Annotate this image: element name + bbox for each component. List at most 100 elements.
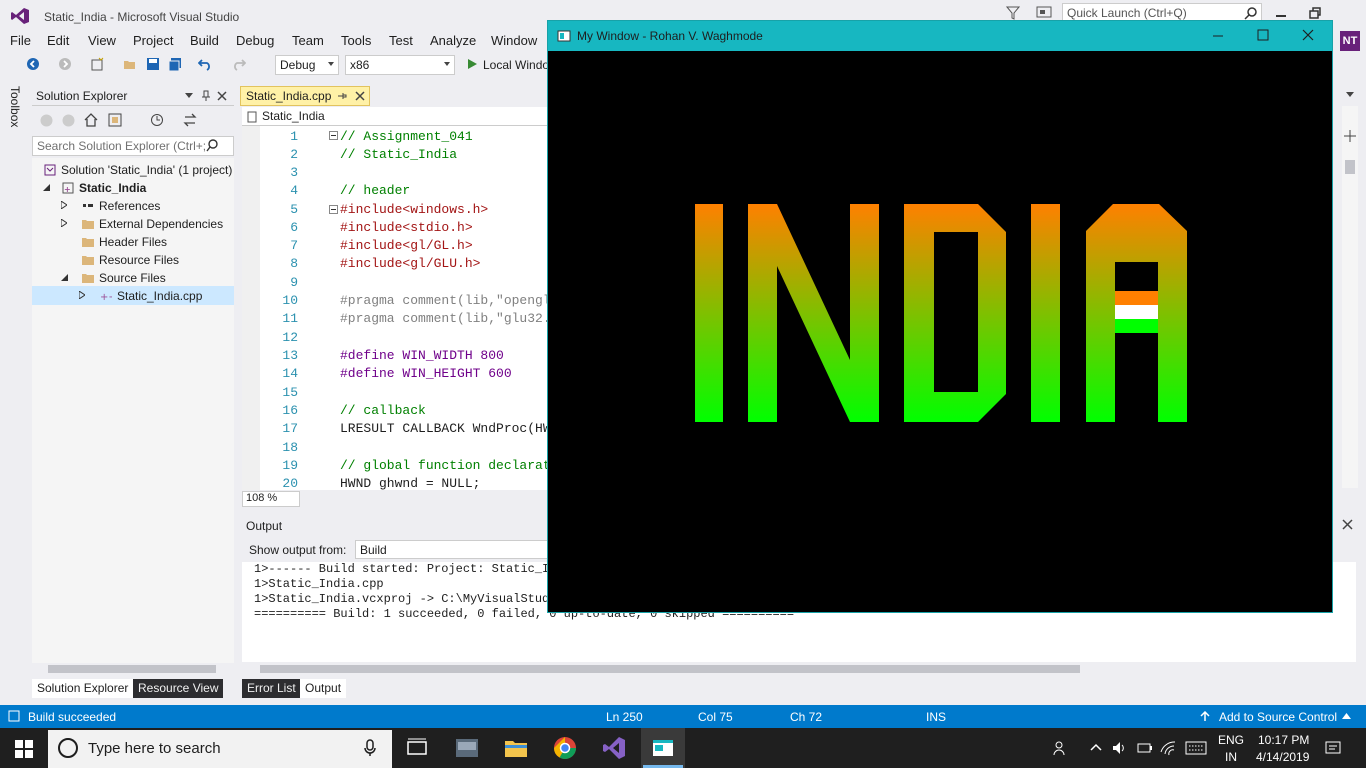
save-icon[interactable] <box>146 57 160 71</box>
output-hscroll[interactable] <box>246 664 1340 674</box>
chrome-icon[interactable] <box>553 736 577 760</box>
tree-item-references[interactable]: References <box>82 197 160 215</box>
collapse-icon[interactable] <box>329 131 338 140</box>
tab-output[interactable]: Output <box>300 679 347 698</box>
history-icon[interactable] <box>150 113 164 127</box>
menu-project[interactable]: Project <box>133 33 173 48</box>
close-icon[interactable] <box>1342 519 1353 530</box>
menu-debug[interactable]: Debug <box>236 33 274 48</box>
language-region[interactable]: IN <box>1225 750 1237 764</box>
chevron-up-icon[interactable] <box>1090 743 1102 751</box>
maximize-icon[interactable] <box>1255 27 1271 43</box>
solution-config-select[interactable]: Debug <box>275 55 339 75</box>
tab-overflow-dropdown[interactable] <box>1345 88 1355 98</box>
add-to-source-control-button[interactable]: Add to Source Control <box>1219 710 1337 724</box>
menu-view[interactable]: View <box>88 33 116 48</box>
tree-item-source-files[interactable]: Source Files <box>82 269 166 287</box>
my-window-app-icon[interactable] <box>651 736 675 760</box>
menu-tools[interactable]: Tools <box>341 33 371 48</box>
search-icon[interactable] <box>1244 6 1258 20</box>
platform-select[interactable]: x86 <box>345 55 455 75</box>
visual-studio-taskbar-icon[interactable] <box>602 736 626 760</box>
menu-analyze[interactable]: Analyze <box>430 33 476 48</box>
collapse-icon[interactable] <box>329 205 338 214</box>
pin-icon[interactable] <box>201 90 211 102</box>
notifications-icon[interactable] <box>1325 740 1341 756</box>
back-icon[interactable] <box>40 114 53 127</box>
menu-build[interactable]: Build <box>190 33 219 48</box>
forward-icon[interactable] <box>62 114 75 127</box>
undo-icon[interactable] <box>198 57 212 71</box>
zoom-select[interactable]: 108 % <box>242 491 300 507</box>
chevron-up-icon[interactable] <box>1342 713 1351 719</box>
feedback-icon[interactable] <box>1036 6 1052 20</box>
clock-time[interactable]: 10:17 PM <box>1258 733 1309 747</box>
save-all-icon[interactable] <box>168 57 182 71</box>
tab-resource-view[interactable]: Resource View <box>133 679 224 698</box>
collapsed-triangle-icon[interactable] <box>61 201 67 209</box>
keyboard-icon[interactable] <box>1185 741 1207 755</box>
collapsed-triangle-icon[interactable] <box>79 291 85 299</box>
home-icon[interactable] <box>84 113 98 127</box>
collapsed-triangle-icon[interactable] <box>61 219 67 227</box>
close-icon[interactable] <box>1300 27 1316 43</box>
navigation-bar[interactable]: Static_India <box>242 107 548 126</box>
tree-item-project[interactable]: + Static_India <box>62 179 146 197</box>
chevron-down-icon <box>1346 92 1354 97</box>
microphone-icon[interactable] <box>364 739 376 757</box>
wifi-icon[interactable] <box>1160 740 1176 756</box>
solution-explorer-hscroll[interactable] <box>36 664 230 674</box>
restore-icon[interactable] <box>1308 6 1322 20</box>
windows-start-icon[interactable] <box>15 740 33 758</box>
tree-item-solution[interactable]: Solution 'Static_India' (1 project) <box>44 161 232 179</box>
tab-solution-explorer[interactable]: Solution Explorer <box>32 679 134 698</box>
minimize-icon[interactable] <box>1210 27 1226 43</box>
close-icon[interactable] <box>217 91 227 101</box>
file-explorer-icon[interactable] <box>504 736 528 760</box>
chevron-down-icon[interactable] <box>185 93 193 99</box>
solution-explorer-search[interactable]: Search Solution Explorer (Ctrl+; <box>32 136 234 156</box>
forward-icon[interactable] <box>58 57 72 71</box>
pin-icon[interactable] <box>337 91 347 101</box>
scroll-thumb[interactable] <box>48 665 216 673</box>
search-icon[interactable] <box>206 139 219 152</box>
people-icon[interactable] <box>1053 740 1069 756</box>
volume-icon[interactable] <box>1112 740 1128 756</box>
close-icon[interactable] <box>355 91 365 101</box>
filter-icon[interactable] <box>1006 6 1020 20</box>
switch-views-icon[interactable] <box>108 113 122 127</box>
line-number: 17 <box>282 421 298 436</box>
tree-item-header-files[interactable]: Header Files <box>82 233 167 251</box>
glview-app-icon[interactable] <box>455 736 479 760</box>
language-code[interactable]: ENG <box>1218 733 1244 747</box>
tree-item-static-india-cpp[interactable]: ++ Static_India.cpp <box>100 287 202 305</box>
tree-item-label: Static_India.cpp <box>117 289 203 303</box>
tree-item-resource-files[interactable]: Resource Files <box>82 251 179 269</box>
task-view-icon[interactable] <box>405 736 429 760</box>
tab-error-list[interactable]: Error List <box>242 679 301 698</box>
split-editor-icon[interactable] <box>1343 129 1357 143</box>
output-source-select[interactable]: Build <box>355 540 548 559</box>
menu-file[interactable]: File <box>10 33 31 48</box>
scroll-thumb[interactable] <box>260 665 1080 673</box>
menu-team[interactable]: Team <box>292 33 324 48</box>
sync-icon[interactable] <box>183 113 197 127</box>
menu-edit[interactable]: Edit <box>47 33 69 48</box>
expanded-triangle-icon[interactable] <box>43 184 50 191</box>
expanded-triangle-icon[interactable] <box>61 274 68 281</box>
toolbox-tab[interactable]: Toolbox <box>8 86 22 127</box>
start-debugging-icon[interactable] <box>465 57 479 71</box>
redo-icon[interactable] <box>232 57 246 71</box>
battery-icon[interactable] <box>1137 742 1153 754</box>
tab-static-india-cpp[interactable]: Static_India.cpp <box>240 86 370 106</box>
clock-date[interactable]: 4/14/2019 <box>1256 750 1309 764</box>
tree-item-external-dependencies[interactable]: External Dependencies <box>82 215 223 233</box>
open-file-icon[interactable] <box>123 57 137 71</box>
back-icon[interactable] <box>26 57 40 71</box>
menu-window[interactable]: Window <box>491 33 537 48</box>
line-number: 19 <box>282 458 298 473</box>
scroll-thumb[interactable] <box>1345 160 1355 174</box>
menu-test[interactable]: Test <box>389 33 413 48</box>
new-project-icon[interactable] <box>90 57 104 71</box>
start-debugging-button[interactable]: Local Windo <box>483 58 549 72</box>
